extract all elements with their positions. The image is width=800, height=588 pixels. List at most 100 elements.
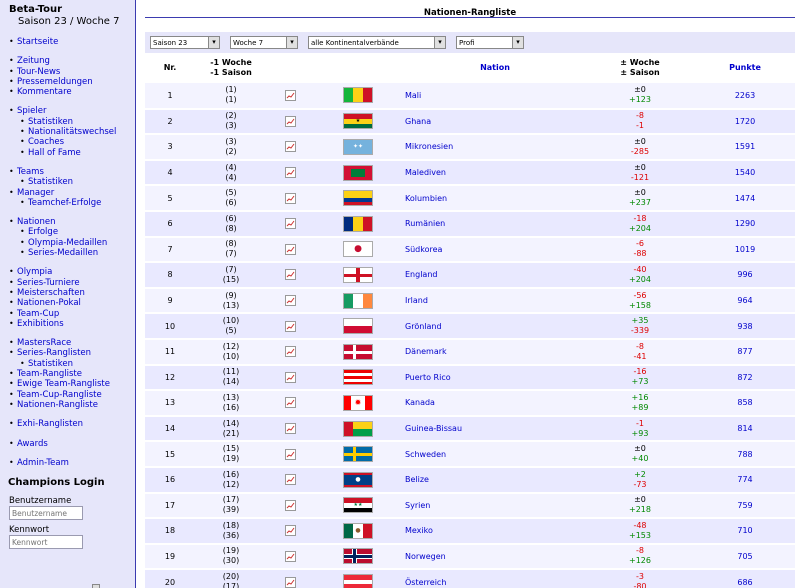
nation-link[interactable]: Kolumbien — [403, 185, 585, 212]
sidebar-link[interactable]: Series-Turniere — [9, 278, 135, 289]
sidebar-link[interactable]: Team-Rangliste — [9, 369, 135, 380]
sidebar-link[interactable]: Teams — [9, 167, 135, 178]
continent-select[interactable]: alle Kontinentalverbände ▾ — [308, 36, 446, 49]
nation-link[interactable]: Mikronesien — [403, 134, 585, 161]
chart-icon[interactable] — [284, 320, 296, 332]
nation-link[interactable]: Kanada — [403, 390, 585, 417]
nation-link[interactable]: Dänemark — [403, 338, 585, 366]
nation-link[interactable]: Ghana — [403, 108, 585, 136]
points-link[interactable]: 996 — [695, 262, 795, 289]
level-select[interactable]: Profi ▾ — [456, 36, 524, 49]
week-select[interactable]: Woche 7 ▾ — [230, 36, 298, 49]
points-link[interactable]: 938 — [695, 313, 795, 340]
chart-icon[interactable] — [284, 371, 296, 383]
nation-link[interactable]: Rumänien — [403, 210, 585, 238]
nation-link[interactable]: Schweden — [403, 441, 585, 468]
chart-icon[interactable] — [284, 525, 296, 537]
chart-icon[interactable] — [284, 295, 296, 307]
chart-icon[interactable] — [284, 423, 296, 435]
sidebar-link[interactable]: Awards — [9, 439, 135, 450]
points-link[interactable]: 872 — [695, 364, 795, 392]
sidebar-link[interactable]: Nationalitätswechsel — [9, 127, 135, 138]
remember-checkbox[interactable] — [92, 584, 100, 588]
sidebar-link[interactable]: Olympia — [9, 267, 135, 278]
chart-icon[interactable] — [284, 576, 296, 588]
points-link[interactable]: 877 — [695, 338, 795, 366]
chart-icon[interactable] — [284, 218, 296, 230]
chart-icon[interactable] — [284, 243, 296, 255]
sidebar-link[interactable]: Statistiken — [9, 117, 135, 128]
sidebar-link[interactable]: Zeitung — [9, 56, 135, 67]
chart-icon[interactable] — [284, 346, 296, 358]
sidebar-link[interactable]: Team-Cup — [9, 309, 135, 320]
points-link[interactable]: 686 — [695, 569, 795, 588]
points-link[interactable]: 1540 — [695, 159, 795, 187]
password-input[interactable] — [9, 535, 83, 550]
points-link[interactable]: 2263 — [695, 83, 795, 110]
points-link[interactable]: 1720 — [695, 108, 795, 136]
points-link[interactable]: 964 — [695, 287, 795, 315]
sidebar-link[interactable]: Olympia-Medaillen — [9, 238, 135, 249]
points-link[interactable]: 1290 — [695, 210, 795, 238]
sidebar-link[interactable]: Manager — [9, 188, 135, 199]
chart-icon[interactable] — [284, 474, 296, 486]
nation-link[interactable]: Guinea-Bissau — [403, 415, 585, 443]
sidebar-link[interactable]: Pressemeldungen — [9, 77, 135, 88]
chart-icon[interactable] — [284, 192, 296, 204]
sidebar-link[interactable]: Statistiken — [9, 177, 135, 188]
sidebar-link[interactable]: Teamchef-Erfolge — [9, 198, 135, 209]
sidebar-link[interactable]: Statistiken — [9, 359, 135, 370]
username-input[interactable] — [9, 506, 83, 521]
sidebar-link[interactable]: Team-Cup-Rangliste — [9, 390, 135, 401]
points-link[interactable]: 814 — [695, 415, 795, 443]
chart-icon[interactable] — [284, 167, 296, 179]
sidebar-link[interactable]: Erfolge — [9, 227, 135, 238]
points-link[interactable]: 1019 — [695, 236, 795, 264]
points-link[interactable]: 858 — [695, 390, 795, 417]
nation-link[interactable]: Belize — [403, 466, 585, 494]
sidebar-link[interactable]: Admin-Team — [9, 458, 135, 469]
points-link[interactable]: 759 — [695, 492, 795, 520]
points-link[interactable]: 774 — [695, 466, 795, 494]
points-link[interactable]: 788 — [695, 441, 795, 468]
sidebar-link[interactable]: Nationen-Rangliste — [9, 400, 135, 411]
sidebar-link[interactable]: Series-Medaillen — [9, 248, 135, 259]
chart-icon[interactable] — [284, 141, 296, 153]
sidebar-link[interactable]: MastersRace — [9, 338, 135, 349]
sidebar-link[interactable]: Coaches — [9, 137, 135, 148]
season-select[interactable]: Saison 23 ▾ — [150, 36, 220, 49]
nation-link[interactable]: Syrien — [403, 492, 585, 520]
nation-link[interactable]: Irland — [403, 287, 585, 315]
sidebar-link[interactable]: Hall of Fame — [9, 148, 135, 159]
chart-icon[interactable] — [284, 448, 296, 460]
nation-link[interactable]: England — [403, 262, 585, 289]
nation-link[interactable]: Österreich — [403, 569, 585, 588]
sidebar-link[interactable]: Exhi-Ranglisten — [9, 419, 135, 430]
sidebar-link[interactable]: Meisterschaften — [9, 288, 135, 299]
points-link[interactable]: 1474 — [695, 185, 795, 212]
sidebar-link[interactable]: Nationen — [9, 217, 135, 228]
nation-link[interactable]: Grönland — [403, 313, 585, 340]
sidebar-link[interactable]: Tour-News — [9, 67, 135, 78]
nation-link[interactable]: Norwegen — [403, 543, 585, 571]
nation-link[interactable]: Puerto Rico — [403, 364, 585, 392]
sidebar-link[interactable]: Ewige Team-Rangliste — [9, 379, 135, 390]
sidebar-link[interactable]: Startseite — [9, 37, 135, 48]
sidebar-link[interactable]: Exhibitions — [9, 319, 135, 330]
sidebar-link[interactable]: Nationen-Pokal — [9, 298, 135, 309]
sidebar-link[interactable]: Kommentare — [9, 87, 135, 98]
nation-link[interactable]: Malediven — [403, 159, 585, 187]
chart-icon[interactable] — [284, 397, 296, 409]
nation-link[interactable]: Mali — [403, 83, 585, 110]
chart-icon[interactable] — [284, 499, 296, 511]
chart-icon[interactable] — [284, 269, 296, 281]
sidebar-link[interactable]: Spieler — [9, 106, 135, 117]
nation-link[interactable]: Südkorea — [403, 236, 585, 264]
points-link[interactable]: 705 — [695, 543, 795, 571]
points-link[interactable]: 1591 — [695, 134, 795, 161]
nation-link[interactable]: Mexiko — [403, 518, 585, 545]
chart-icon[interactable] — [284, 89, 296, 101]
chart-icon[interactable] — [284, 115, 296, 127]
chart-icon[interactable] — [284, 550, 296, 562]
sidebar-link[interactable]: Series-Ranglisten — [9, 348, 135, 359]
